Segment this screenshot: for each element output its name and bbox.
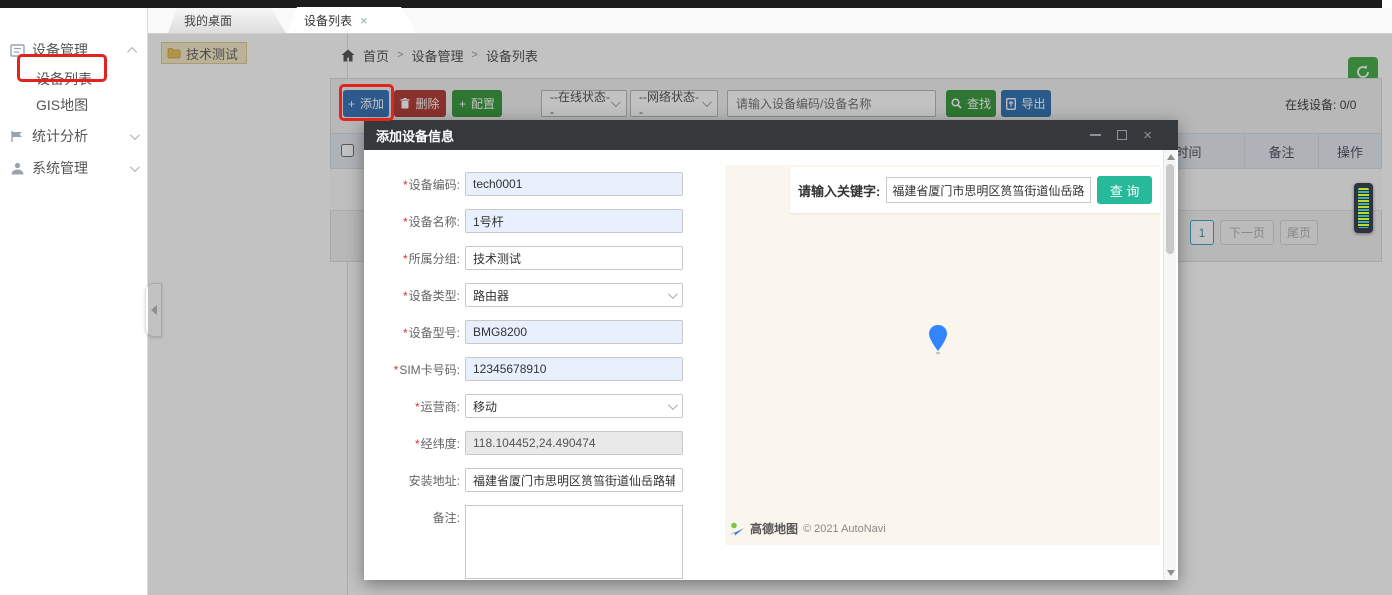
- chevron-down-icon: [668, 289, 678, 299]
- sidebar-item-label: 统计分析: [32, 126, 123, 146]
- carrier-value: 移动: [473, 398, 497, 415]
- tab-label: 设备列表: [304, 12, 352, 29]
- maximize-icon[interactable]: [1117, 130, 1127, 140]
- field-label-device-type: *设备类型:: [364, 287, 460, 304]
- chevron-down-icon: [130, 162, 140, 172]
- remark-textarea[interactable]: [465, 505, 683, 579]
- tab-bar: 我的桌面 设备列表 ×: [148, 8, 1392, 34]
- device-name-input[interactable]: [465, 209, 683, 233]
- statistics-icon: [10, 129, 25, 144]
- install-address-input[interactable]: [465, 468, 683, 492]
- chevron-up-icon: [127, 46, 137, 56]
- map-attribution: 高德地图 © 2021 AutoNavi: [729, 520, 886, 537]
- modal-body: *设备编码: *设备名称: *所属分组: *设备类型: 路由器 *设备型号: *…: [364, 150, 1178, 580]
- modal-title: 添加设备信息: [376, 126, 1090, 145]
- amap-logo-icon: [729, 522, 745, 536]
- tab-device-list[interactable]: 设备列表 ×: [288, 7, 416, 33]
- browser-extension-widget[interactable]: [1354, 183, 1373, 233]
- keyword-label: 请输入关键字:: [798, 181, 880, 200]
- keyword-input[interactable]: [886, 177, 1091, 203]
- device-code-input[interactable]: [465, 172, 683, 196]
- tab-label: 我的桌面: [184, 12, 232, 29]
- sidebar-item-label: 系统管理: [32, 158, 123, 178]
- map-copyright: © 2021 AutoNavi: [803, 523, 886, 535]
- chevron-down-icon: [130, 130, 140, 140]
- field-label-device-code: *设备编码:: [364, 176, 460, 193]
- field-label-sim-number: *SIM卡号码:: [364, 361, 460, 378]
- device-type-value: 路由器: [473, 287, 509, 304]
- field-label-device-name: *设备名称:: [364, 213, 460, 230]
- close-icon[interactable]: ×: [1143, 128, 1152, 143]
- map-search-bar: 请输入关键字: 查 询: [790, 167, 1160, 213]
- sidebar: 设备管理 设备列表 GIS地图 统计分析 系统管理: [0, 8, 148, 595]
- minimize-icon[interactable]: [1090, 134, 1101, 136]
- group-input[interactable]: [465, 246, 683, 270]
- device-model-input[interactable]: [465, 320, 683, 344]
- user-icon: [10, 161, 25, 176]
- modal-scrollbar[interactable]: [1163, 150, 1176, 580]
- sidebar-item-label: 设备管理: [32, 40, 123, 60]
- sidebar-item-device-management[interactable]: 设备管理: [0, 36, 147, 64]
- tab-my-desktop[interactable]: 我的桌面: [168, 8, 286, 33]
- map-panel[interactable]: 请输入关键字: 查 询 高德地图 © 2021 AutoNavi: [725, 165, 1160, 545]
- scroll-down-icon[interactable]: [1167, 570, 1175, 576]
- widget-stripes: [1358, 188, 1369, 228]
- coordinates-input: [465, 431, 683, 455]
- browser-top-bar: [0, 0, 1382, 8]
- map-brand: 高德地图: [750, 520, 798, 537]
- field-label-remark: 备注:: [364, 509, 460, 526]
- field-label-group: *所属分组:: [364, 250, 460, 267]
- field-label-coordinates: *经纬度:: [364, 435, 460, 452]
- field-label-install-address: 安装地址:: [364, 472, 460, 489]
- scroll-up-icon[interactable]: [1167, 154, 1175, 160]
- map-search-button[interactable]: 查 询: [1097, 176, 1152, 204]
- chevron-down-icon: [668, 400, 678, 410]
- sidebar-item-system-management[interactable]: 系统管理: [0, 154, 147, 182]
- field-label-carrier: *运营商:: [364, 398, 460, 415]
- scrollbar-thumb[interactable]: [1166, 164, 1174, 254]
- modal-header[interactable]: 添加设备信息 ×: [364, 120, 1178, 150]
- device-type-select[interactable]: 路由器: [465, 283, 683, 307]
- sidebar-item-device-list[interactable]: 设备列表: [0, 65, 147, 93]
- map-pin-icon[interactable]: [928, 325, 948, 355]
- sidebar-item-label: 设备列表: [36, 69, 92, 89]
- top-bar-gap: [1382, 0, 1392, 8]
- device-management-icon: [10, 43, 25, 58]
- sidebar-item-statistics[interactable]: 统计分析: [0, 122, 147, 150]
- tab-close-icon[interactable]: ×: [360, 14, 368, 27]
- sim-number-input[interactable]: [465, 357, 683, 381]
- sidebar-item-gis-map[interactable]: GIS地图: [0, 91, 147, 119]
- add-device-modal: 添加设备信息 × *设备编码: *设备名称: *所属分组: *设备类型: 路由器…: [364, 120, 1178, 580]
- sidebar-item-label: GIS地图: [36, 95, 88, 115]
- app-window: 我的桌面 设备列表 × 设备管理 设备列表 GIS地图 统计分析: [0, 0, 1392, 595]
- carrier-select[interactable]: 移动: [465, 394, 683, 418]
- field-label-device-model: *设备型号:: [364, 324, 460, 341]
